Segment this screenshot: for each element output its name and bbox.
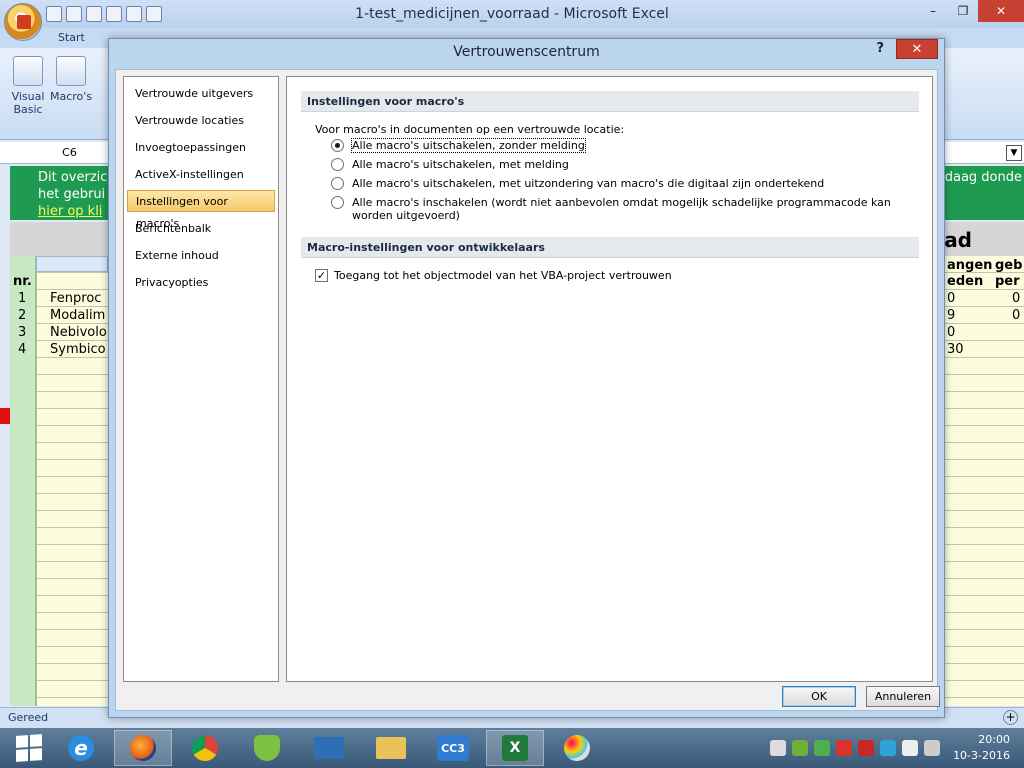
office-button[interactable] (4, 3, 42, 41)
dialog-close-button[interactable]: ✕ (896, 39, 938, 59)
nav-macro-settings[interactable]: Instellingen voor macro's (127, 190, 275, 230)
cancel-button[interactable]: Annuleren (866, 686, 940, 707)
settings-panel: Instellingen voor macro's Voor macro's i… (286, 76, 933, 682)
close-button[interactable]: ✕ (978, 0, 1024, 22)
start-button[interactable] (0, 730, 58, 766)
creative-cloud-button[interactable]: CC3 (424, 730, 482, 766)
macro-settings-heading: Instellingen voor macro's (301, 91, 919, 112)
paint-icon (564, 735, 590, 761)
windows-start-icon (16, 734, 42, 762)
dialog-title: Vertrouwenscentrum (453, 44, 600, 60)
nav-add-ins[interactable]: Invoegtoepassingen (127, 137, 275, 159)
excel-title-bar: 1-test_medicijnen_voorraad - Microsoft E… (0, 0, 1024, 28)
nav-privacy-options[interactable]: Privacyopties (127, 272, 275, 294)
security-button[interactable] (238, 730, 296, 766)
nav-activex-settings[interactable]: ActiveX-instellingen (127, 164, 275, 186)
option-disable-except-signed[interactable]: Alle macro's uitschakelen, met uitzonder… (331, 177, 824, 190)
paint-button[interactable] (548, 730, 606, 766)
macros-icon (56, 56, 86, 86)
help-button[interactable]: ? (876, 41, 884, 56)
nav-message-bar[interactable]: Berichtenbalk (127, 218, 275, 240)
row-nr: 4 (18, 342, 27, 357)
restore-button[interactable]: ❐ (948, 0, 978, 22)
taskbar: e CC3 X 20:00 10-3-2016 (0, 728, 1024, 768)
row-marker (0, 408, 10, 424)
dialog-body: Vertrouwde uitgevers Vertrouwde locaties… (115, 69, 940, 711)
option-disable-no-notification[interactable]: Alle macro's uitschakelen, zonder meldin… (331, 138, 586, 153)
creative-cloud-icon: CC3 (437, 735, 469, 761)
clock-time: 20:00 (978, 733, 1010, 746)
remote-desktop-button[interactable] (300, 730, 358, 766)
excel-window-title: 1-test_medicijnen_voorraad - Microsoft E… (355, 6, 669, 22)
app-tray-icon[interactable] (836, 740, 852, 756)
internet-explorer-button[interactable]: e (52, 730, 110, 766)
row-name: Nebivolo (50, 325, 107, 340)
visual-basic-icon (13, 56, 43, 86)
radio-button[interactable] (331, 158, 344, 171)
minimize-button[interactable]: – (918, 0, 948, 22)
file-explorer-button[interactable] (362, 730, 420, 766)
file-explorer-icon (376, 737, 406, 759)
developer-macro-settings-heading: Macro-instellingen voor ontwikkelaars (301, 237, 919, 258)
remote-desktop-icon (314, 737, 344, 759)
row-name: Modalim (50, 308, 106, 323)
radio-button[interactable] (331, 139, 344, 152)
status-text: Gereed (8, 711, 49, 724)
security-tray-icon[interactable] (814, 740, 830, 756)
action-center-flag-icon[interactable] (902, 740, 918, 756)
tab-start[interactable]: Start (58, 31, 85, 44)
firefox-button[interactable] (114, 730, 172, 766)
network-app-icon[interactable] (880, 740, 896, 756)
clock[interactable]: 20:00 10-3-2016 (953, 732, 1010, 764)
system-tray (770, 740, 940, 756)
row-name: Fenproc (50, 291, 102, 306)
antivirus-tray-icon[interactable] (858, 740, 874, 756)
trust-center-dialog: Vertrouwenscentrum ? ✕ Vertrouwde uitgev… (108, 38, 945, 718)
nav-trusted-locations[interactable]: Vertrouwde locaties (127, 110, 275, 132)
macros-button[interactable]: Macro's (50, 56, 92, 103)
row-nr: 2 (18, 308, 27, 323)
ok-button[interactable]: OK (782, 686, 856, 707)
network-signal-icon[interactable] (924, 740, 940, 756)
trust-center-nav: Vertrouwde uitgevers Vertrouwde locaties… (123, 76, 279, 682)
column-header-nr: nr. (13, 274, 32, 289)
vba-trust-option[interactable]: ✓ Toegang tot het objectmodel van het VB… (315, 269, 672, 282)
radio-button[interactable] (331, 196, 344, 209)
macro-intro-text: Voor macro's in documenten op een vertro… (315, 123, 625, 136)
visual-basic-button[interactable]: Visual Basic (10, 56, 46, 116)
nav-trusted-publishers[interactable]: Vertrouwde uitgevers (127, 83, 275, 105)
firefox-icon (130, 735, 156, 761)
security-shield-icon (254, 735, 280, 761)
row-name: Symbico (50, 342, 106, 357)
checkbox[interactable]: ✓ (315, 269, 328, 282)
excel-taskbar-button[interactable]: X (486, 730, 544, 766)
option-disable-with-notification[interactable]: Alle macro's uitschakelen, met melding (331, 158, 569, 171)
chrome-button[interactable] (176, 730, 234, 766)
nav-external-content[interactable]: Externe inhoud (127, 245, 275, 267)
option-enable-all[interactable]: Alle macro's inschakelen (wordt niet aan… (331, 196, 912, 222)
chrome-icon (192, 735, 218, 761)
clock-date: 10-3-2016 (953, 749, 1010, 762)
office-logo-icon (17, 15, 31, 29)
window-controls: – ❐ ✕ (918, 0, 1024, 22)
formula-bar-expand-icon[interactable]: ▼ (1006, 145, 1022, 161)
radio-button[interactable] (331, 177, 344, 190)
nvidia-icon[interactable] (792, 740, 808, 756)
zoom-in-icon[interactable]: + (1003, 710, 1018, 725)
row-nr: 1 (18, 291, 27, 306)
volume-icon[interactable] (770, 740, 786, 756)
excel-icon: X (502, 735, 528, 761)
internet-explorer-icon: e (68, 735, 94, 761)
row-nr: 3 (18, 325, 27, 340)
